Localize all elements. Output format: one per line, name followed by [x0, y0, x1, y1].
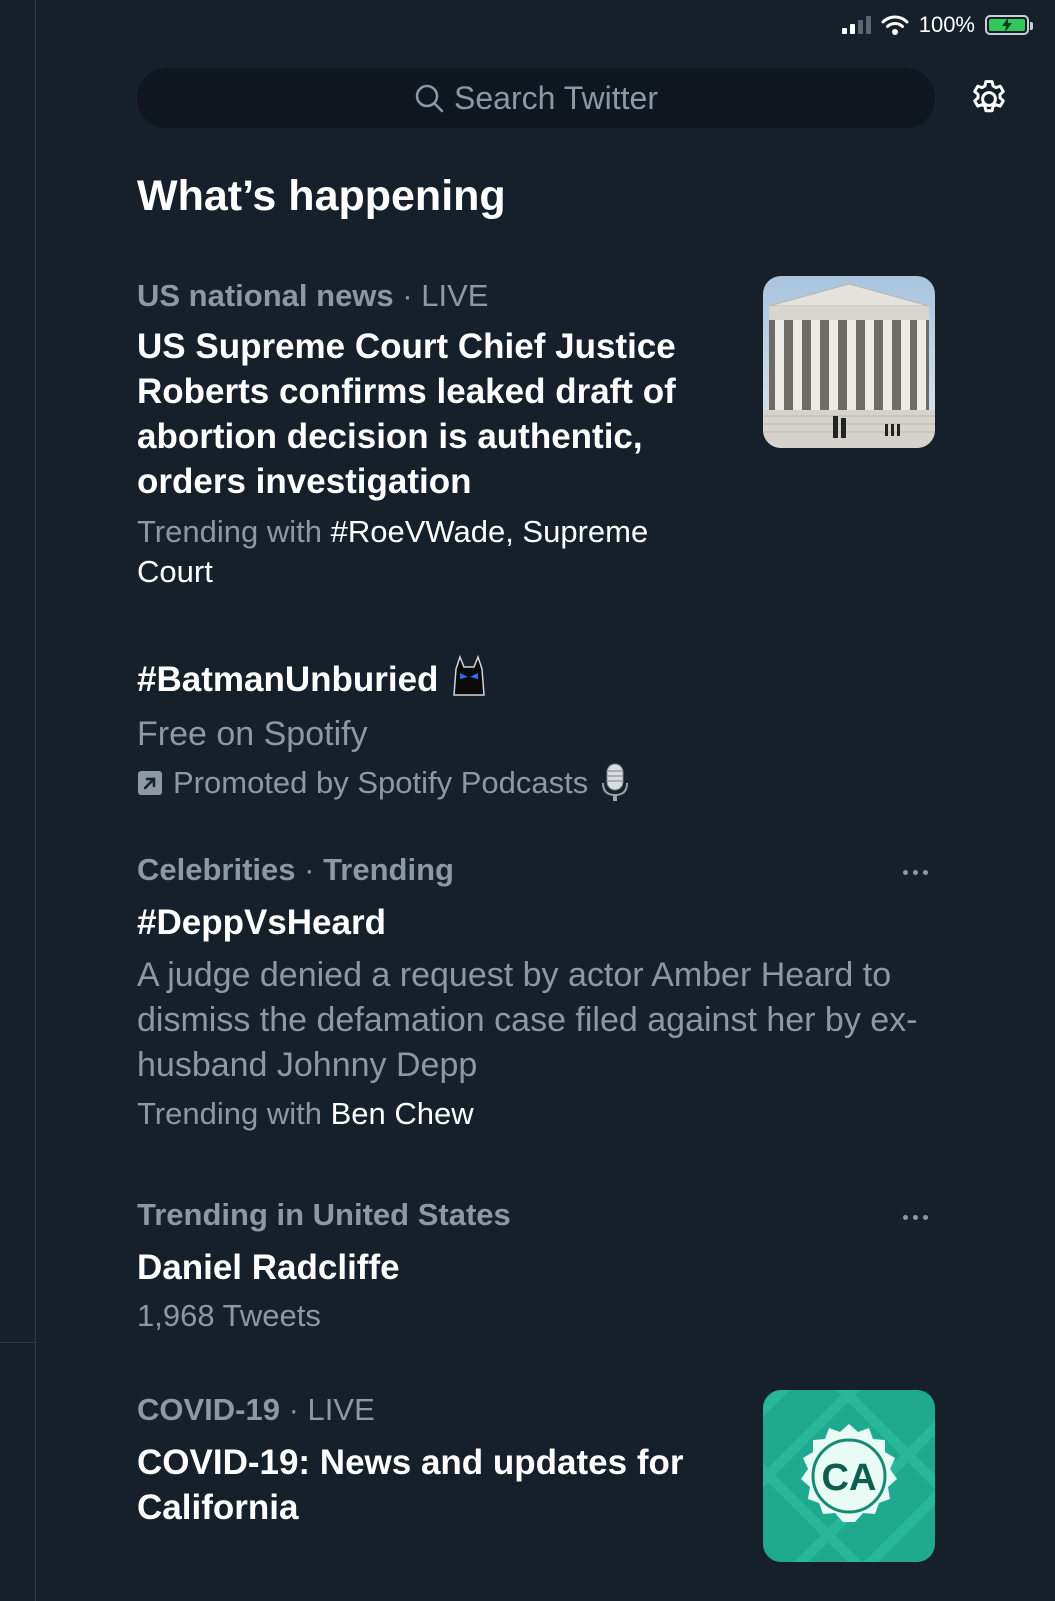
trend-item[interactable]: Trending in United States Daniel Radclif…: [137, 1195, 935, 1336]
cellular-signal-icon: [841, 16, 871, 34]
search-input[interactable]: Search Twitter: [137, 68, 935, 128]
promoted-trend-item[interactable]: #BatmanUnburied Free on Spotify Promoted…: [137, 654, 935, 803]
settings-button[interactable]: [966, 76, 1012, 122]
trend-headline: COVID-19: News and updates for Californi…: [137, 1443, 684, 1527]
trend-tag: LIVE: [421, 278, 489, 313]
trend-headline: US Supreme Court Chief Justice Roberts c…: [137, 327, 676, 501]
trend-category: Trending in United States: [137, 1197, 511, 1232]
trend-category: COVID-19: [137, 1392, 280, 1427]
gear-icon: [973, 80, 1005, 113]
trend-item[interactable]: US national news · LIVE US Supreme Court…: [137, 276, 935, 592]
promoted-text: Promoted by Spotify Podcasts: [173, 765, 589, 800]
trend-meta: Trending in United States: [137, 1195, 935, 1235]
trend-tag: LIVE: [307, 1392, 375, 1427]
battery-icon: [985, 15, 1033, 35]
promoted-by: Promoted by Spotify Podcasts: [137, 763, 935, 803]
promoted-subtitle: Free on Spotify: [137, 715, 368, 753]
badge-text: CA: [822, 1457, 877, 1499]
more-options-button[interactable]: [895, 1197, 935, 1237]
status-bar: 100%: [841, 10, 1033, 40]
trend-meta: US national news · LIVE: [137, 278, 489, 313]
batman-cowl-icon: [453, 654, 485, 696]
search-placeholder: Search Twitter: [454, 79, 658, 116]
more-options-button[interactable]: [895, 852, 935, 892]
trend-context: Trending with Ben Chew: [137, 1094, 935, 1134]
sidebar-divider: [0, 1342, 35, 1343]
section-title: What’s happening: [137, 172, 506, 220]
trend-thumbnail[interactable]: [763, 276, 935, 448]
trending-prefix: Trending with: [137, 1096, 322, 1131]
search-icon: [415, 84, 444, 113]
trend-category: Celebrities: [137, 852, 296, 887]
trend-headline: #DeppVsHeard: [137, 903, 386, 942]
california-badge-image: CA: [763, 1390, 935, 1562]
trend-hashtag: #BatmanUnburied: [137, 660, 439, 699]
trend-thumbnail[interactable]: CA: [763, 1390, 935, 1562]
left-sidebar-edge: [0, 0, 36, 1601]
promoted-icon: [138, 771, 162, 795]
trend-headline: Daniel Radcliffe: [137, 1248, 400, 1287]
supreme-court-image: [763, 276, 935, 448]
trend-headline: #BatmanUnburied: [137, 654, 935, 702]
tweet-count: 1,968 Tweets: [137, 1298, 321, 1333]
trending-prefix: Trending with: [137, 514, 322, 549]
microphone-icon: [602, 763, 629, 801]
trend-description: A judge denied a request by actor Amber …: [137, 956, 918, 1084]
trend-meta: Celebrities · Trending: [137, 852, 454, 887]
trending-with[interactable]: Ben Chew: [331, 1096, 474, 1131]
trend-item[interactable]: COVID-19 · LIVE COVID-19: News and updat…: [137, 1390, 935, 1562]
battery-percent: 100%: [918, 12, 975, 37]
wifi-icon: [881, 15, 909, 35]
trend-category: US national news: [137, 278, 394, 313]
trend-item[interactable]: Celebrities · Trending #DeppVsHeard A ju…: [137, 850, 935, 1134]
trend-tag: Trending: [323, 852, 454, 887]
trend-context: Trending with #RoeVWade, Supreme Court: [137, 512, 717, 592]
